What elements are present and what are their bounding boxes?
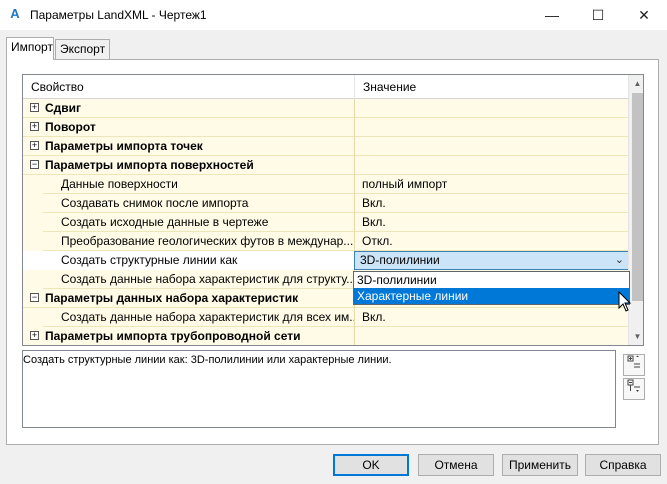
property-value[interactable] bbox=[355, 99, 628, 118]
header-property[interactable]: Свойство bbox=[23, 75, 355, 99]
property-name: Создавать снимок после импорта bbox=[23, 194, 355, 213]
apply-button[interactable]: Применить bbox=[502, 454, 578, 476]
mouse-cursor-icon bbox=[618, 291, 632, 312]
grid-property-row[interactable]: Создать структурные линии как 3D-полилини… bbox=[23, 251, 629, 270]
sort-alphabetical-button[interactable] bbox=[623, 378, 645, 400]
property-value[interactable]: Вкл. bbox=[355, 308, 628, 327]
grid-property-row[interactable]: Создавать снимок после импорта Вкл. bbox=[23, 194, 628, 213]
property-name: Создать данные набора характеристик для … bbox=[23, 308, 355, 327]
help-button[interactable]: Справка bbox=[585, 454, 661, 476]
ok-button[interactable]: OK bbox=[333, 454, 409, 476]
grid-rows: + Сдвиг + Поворот + Параметры импорта точек − П… bbox=[23, 99, 629, 345]
property-value[interactable]: полный импорт bbox=[355, 175, 628, 194]
grid-property-row[interactable]: Создать данные набора характеристик для … bbox=[23, 308, 628, 327]
grid-category-row[interactable]: − Параметры импорта поверхностей bbox=[23, 156, 628, 175]
window-title: Параметры LandXML - Чертеж1 bbox=[30, 8, 207, 22]
grid-category-row[interactable]: + Поворот bbox=[23, 118, 628, 137]
structure-lines-combobox[interactable]: 3D-полилинии ⌄ bbox=[354, 251, 629, 270]
property-value[interactable]: Вкл. bbox=[355, 213, 628, 232]
property-name: Создать данные набора характеристик для … bbox=[23, 270, 355, 289]
grid-category-row[interactable]: + Сдвиг bbox=[23, 99, 628, 118]
alphabetical-icon bbox=[627, 379, 640, 392]
grid-header: Свойство Значение bbox=[23, 75, 628, 99]
scroll-up-icon[interactable]: ▲ bbox=[629, 75, 643, 92]
scroll-down-icon[interactable]: ▼ bbox=[629, 328, 643, 345]
structure-lines-dropdown-list[interactable]: 3D-полилинии Характерные линии bbox=[353, 271, 630, 305]
property-name: Данные поверхности bbox=[23, 175, 355, 194]
tab-import[interactable]: Импорт bbox=[6, 37, 54, 60]
property-name: Поворот bbox=[23, 118, 355, 137]
property-grid: Свойство Значение + Сдвиг + Поворот + Парамет… bbox=[22, 74, 644, 346]
tab-export[interactable]: Экспорт bbox=[55, 39, 110, 60]
sort-categorized-button[interactable] bbox=[623, 354, 645, 376]
property-name: Создать структурные линии как bbox=[23, 251, 355, 270]
grid-category-row[interactable]: + Параметры импорта точек bbox=[23, 137, 628, 156]
categorized-icon bbox=[627, 355, 640, 368]
property-value[interactable] bbox=[355, 156, 628, 175]
property-name: Создать исходные данные в чертеже bbox=[23, 213, 355, 232]
property-value[interactable] bbox=[355, 137, 628, 156]
chevron-down-icon[interactable]: ⌄ bbox=[615, 252, 624, 269]
header-value[interactable]: Значение bbox=[355, 75, 628, 99]
scroll-thumb[interactable] bbox=[632, 93, 643, 301]
dropdown-option-feature-lines[interactable]: Характерные линии bbox=[354, 288, 629, 304]
property-value[interactable] bbox=[355, 118, 628, 137]
property-name: Параметры импорта трубопроводной сети bbox=[23, 327, 355, 345]
cancel-button[interactable]: Отмена bbox=[418, 454, 494, 476]
property-value[interactable]: Вкл. bbox=[355, 194, 628, 213]
close-button[interactable]: ✕ bbox=[621, 0, 667, 30]
property-value[interactable] bbox=[355, 327, 628, 345]
property-name: Преобразование геологических футов в меж… bbox=[23, 232, 355, 251]
dropdown-option-3d-polylines[interactable]: 3D-полилинии bbox=[354, 272, 629, 288]
property-name: Параметры импорта поверхностей bbox=[23, 156, 355, 175]
property-name: Параметры данных набора характеристик bbox=[23, 289, 355, 308]
maximize-button[interactable]: ☐ bbox=[575, 0, 621, 30]
grid-category-row[interactable]: + Параметры импорта трубопроводной сети bbox=[23, 327, 628, 345]
combobox-value: 3D-полилинии bbox=[360, 253, 440, 267]
minimize-button[interactable]: — bbox=[529, 0, 575, 30]
property-name: Параметры импорта точек bbox=[23, 137, 355, 156]
grid-property-row[interactable]: Преобразование геологических футов в меж… bbox=[23, 232, 628, 251]
property-value[interactable]: Откл. bbox=[355, 232, 628, 251]
grid-property-row[interactable]: Создать исходные данные в чертеже Вкл. bbox=[23, 213, 628, 232]
grid-property-row[interactable]: Данные поверхности полный импорт bbox=[23, 175, 628, 194]
property-name: Сдвиг bbox=[23, 99, 355, 118]
title-bar: A Параметры LandXML - Чертеж1 — ☐ ✕ bbox=[0, 0, 667, 30]
app-icon: A bbox=[10, 6, 20, 21]
description-box: Создать структурные линии как: 3D-полили… bbox=[22, 350, 616, 428]
